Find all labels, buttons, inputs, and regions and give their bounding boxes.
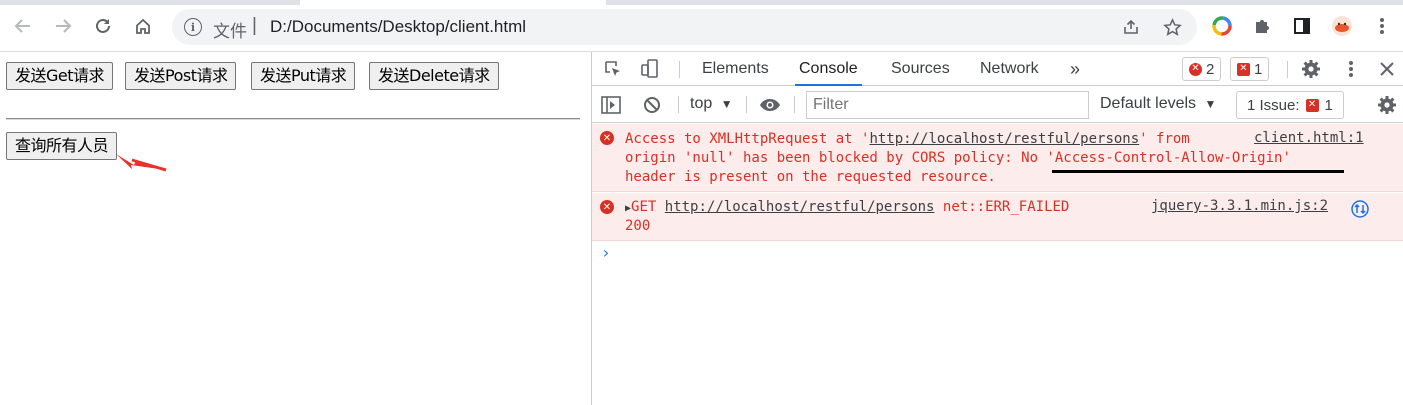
url-text[interactable]: D:/Documents/Desktop/client.html: [270, 17, 526, 37]
dropdown-triangle-icon: ▼: [1204, 97, 1217, 111]
request-url-link[interactable]: http://localhost/restful/persons: [869, 131, 1139, 147]
close-devtools-icon[interactable]: [1376, 58, 1398, 80]
query-all-persons-button[interactable]: 查询所有人员: [6, 132, 118, 160]
reload-icon[interactable]: [89, 12, 117, 40]
live-expression-eye-icon[interactable]: [759, 94, 781, 116]
address-bar[interactable]: i 文件 | D:/Documents/Desktop/client.html: [172, 9, 1197, 45]
site-info-icon[interactable]: i: [184, 18, 202, 36]
context-label: top: [690, 95, 713, 112]
console-sidebar-toggle-icon[interactable]: [600, 94, 622, 116]
tab-sources[interactable]: Sources: [887, 52, 954, 86]
log-levels-label: Default levels: [1100, 95, 1197, 112]
toolbar-divider: [1287, 61, 1288, 78]
profile-avatar[interactable]: [1330, 14, 1354, 38]
screenshot-root: i 文件 | D:/Documents/Desktop/client.html: [0, 0, 1403, 405]
browser-menu-icon[interactable]: [1370, 14, 1394, 38]
side-panel-icon[interactable]: [1290, 14, 1314, 38]
message-line: 200: [625, 218, 651, 234]
error-icon: ✕: [1189, 62, 1202, 76]
page-viewport: 发送Get请求 发送Post请求 发送Put请求 发送Delete请求 查询所有…: [0, 52, 591, 405]
send-delete-button[interactable]: 发送Delete请求: [369, 62, 499, 90]
device-toolbar-icon[interactable]: [639, 58, 661, 80]
send-get-button[interactable]: 发送Get请求: [6, 62, 114, 90]
message-line: origin 'null' has been blocked by CORS p…: [625, 150, 1291, 166]
bookmark-star-icon[interactable]: [1160, 15, 1184, 39]
toolbar-divider: [746, 96, 747, 113]
horizontal-rule: [6, 118, 580, 120]
source-link[interactable]: client.html:1: [1254, 130, 1364, 146]
message-text: ' from: [1139, 131, 1190, 147]
request-url-link[interactable]: http://localhost/restful/persons: [665, 199, 935, 215]
message-line: header is present on the requested resou…: [625, 169, 996, 185]
toolbar-divider: [678, 96, 679, 113]
send-put-button[interactable]: 发送Put请求: [251, 62, 356, 90]
http-method: GET: [631, 199, 657, 215]
issues-button[interactable]: 1 Issue: ✕ 1: [1236, 91, 1344, 119]
home-icon[interactable]: [129, 12, 157, 40]
devtools-menu-icon[interactable]: [1340, 58, 1362, 80]
site-label: 文件: [213, 22, 247, 41]
extensions-puzzle-icon[interactable]: [1250, 14, 1274, 38]
source-link[interactable]: jquery-3.3.1.min.js:2: [1151, 198, 1328, 214]
annotation-underline: [1052, 170, 1344, 173]
message-line: Access to XMLHttpRequest at 'http://loca…: [625, 130, 1190, 149]
network-request-icon[interactable]: [1349, 198, 1371, 220]
error-icon: ✕: [600, 200, 614, 214]
tab-strip-edge: [0, 0, 300, 5]
console-prompt-chevron-icon[interactable]: ›: [601, 243, 611, 262]
devtools-tabbar: Elements Console Sources Network » ✕ 2 ✕…: [592, 52, 1403, 86]
error-count: 2: [1206, 60, 1215, 78]
forward-icon[interactable]: [49, 12, 77, 40]
warning-count: 1: [1254, 60, 1263, 78]
dropdown-triangle-icon: ▼: [720, 97, 733, 111]
more-tabs-chevron-icon[interactable]: »: [1066, 52, 1084, 86]
log-levels-dropdown[interactable]: Default levels ▼: [1100, 95, 1216, 113]
message-line: ▶GET http://localhost/restful/persons ne…: [625, 198, 1069, 218]
inspect-element-icon[interactable]: [602, 58, 624, 80]
issue-icon: ✕: [1237, 62, 1250, 76]
status-text: net::ERR_FAILED: [942, 199, 1070, 215]
back-icon[interactable]: [9, 12, 37, 40]
warning-count-badge[interactable]: ✕ 1: [1230, 57, 1270, 81]
tab-network[interactable]: Network: [976, 52, 1043, 86]
error-icon: ✕: [600, 131, 614, 145]
devtools-settings-gear-icon[interactable]: [1300, 58, 1322, 80]
console-error-message: ✕ Access to XMLHttpRequest at 'http://lo…: [592, 124, 1403, 192]
toolbar-divider: [679, 61, 680, 78]
issue-icon: ✕: [1305, 98, 1319, 112]
issues-label: 1 Issue:: [1247, 96, 1300, 114]
toolbar-divider: [794, 96, 795, 113]
browser-toolbar: i 文件 | D:/Documents/Desktop/client.html: [0, 0, 1403, 52]
tab-console[interactable]: Console: [795, 52, 862, 86]
issues-count: 1: [1324, 96, 1333, 114]
context-selector[interactable]: top ▼: [690, 95, 733, 113]
console-toolbar: top ▼ Default levels ▼ 1 Issue: ✕ 1: [592, 87, 1403, 123]
clear-console-icon[interactable]: [641, 94, 663, 116]
console-settings-gear-icon[interactable]: [1376, 94, 1398, 116]
tab-elements[interactable]: Elements: [698, 52, 773, 86]
omnibox-separator: |: [252, 15, 257, 36]
annotation-arrow: [116, 154, 167, 172]
devtools-panel: Elements Console Sources Network » ✕ 2 ✕…: [591, 52, 1403, 405]
error-count-badge[interactable]: ✕ 2: [1182, 57, 1222, 81]
send-post-button[interactable]: 发送Post请求: [125, 62, 237, 90]
console-filter-input[interactable]: [806, 91, 1089, 119]
google-lens-icon[interactable]: [1210, 14, 1234, 38]
console-error-message: ✕ ▶GET http://localhost/restful/persons …: [592, 193, 1403, 241]
share-icon[interactable]: [1119, 15, 1143, 39]
message-text: Access to XMLHttpRequest at ': [625, 131, 870, 147]
tab-strip-edge: [606, 0, 1403, 5]
